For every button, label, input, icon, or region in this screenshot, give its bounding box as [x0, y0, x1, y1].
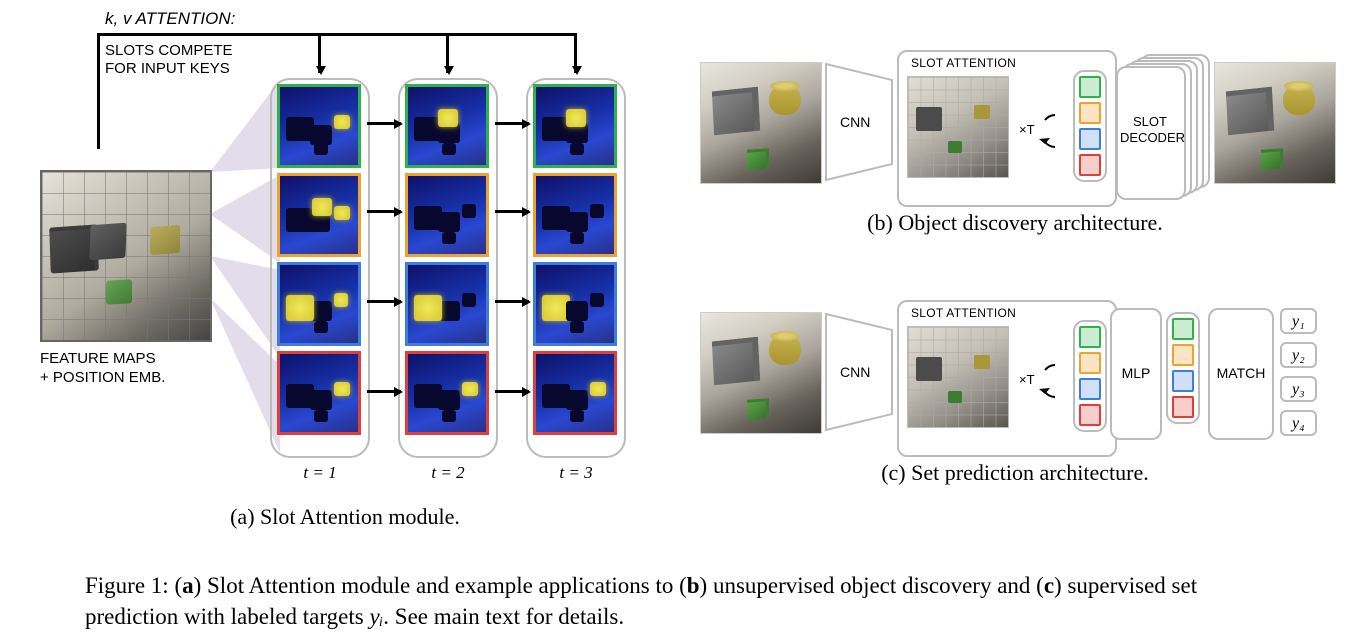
- panel-b-output-image: [1214, 62, 1336, 184]
- cap-b: b: [687, 573, 700, 598]
- panel-b-decoder-label-line1: SLOT: [1133, 114, 1167, 129]
- y4-label: y₄: [1280, 410, 1317, 436]
- panel-b-decoder-label: SLOT DECODER: [1120, 114, 1180, 145]
- slot-t1-green: [277, 84, 361, 168]
- feature-map: [40, 170, 212, 342]
- cap-yi: yᵢ: [369, 604, 383, 629]
- cap-a: a: [182, 573, 194, 598]
- panel-b-cnn-label: CNN: [840, 114, 870, 130]
- y1-label: y₁: [1280, 308, 1317, 334]
- cap-c: c: [1044, 573, 1054, 598]
- cap-prefix: Figure 1: (: [85, 573, 182, 598]
- slot-t2-blue: [405, 262, 489, 346]
- slot-t1-red: [277, 351, 361, 435]
- arrow-row3-b: [495, 300, 529, 303]
- panel-a-caption: (a) Slot Attention module.: [35, 504, 655, 530]
- panel-c-input-image: [700, 312, 822, 434]
- kv-attention-label: k, v ATTENTION:: [105, 10, 235, 27]
- panel-b-caption: (b) Object discovery architecture.: [700, 210, 1330, 236]
- cap-end: . See main text for details.: [383, 604, 624, 629]
- panel-a: k, v ATTENTION: SLOTS COMPETE FOR INPUT …: [35, 10, 705, 540]
- y3-label: y₃: [1280, 376, 1317, 402]
- attn-arrow-down-1: [318, 33, 321, 73]
- attn-left-drop: [97, 33, 100, 149]
- panel-c-caption: (c) Set prediction architecture.: [700, 460, 1330, 486]
- panel-b: CNN SLOT ATTENTION ×T: [700, 40, 1340, 270]
- feature-map-label-line2: + POSITION EMB.: [40, 369, 165, 386]
- panel-b-sa-title: SLOT ATTENTION: [911, 57, 1105, 69]
- slots-compete-label: SLOTS COMPETE FOR INPUT KEYS: [105, 42, 233, 78]
- slot-t3-orange: [533, 173, 617, 257]
- panel-c-match-block: MATCH: [1208, 308, 1274, 440]
- arrow-row4-b: [495, 390, 529, 393]
- panel-c-slot-attention: SLOT ATTENTION ×T: [897, 300, 1117, 457]
- attn-top-bar: [97, 33, 577, 36]
- panel-c-slot-output-2: [1166, 312, 1200, 424]
- t3-label: t = 3: [526, 464, 626, 481]
- arrow-row1-a: [367, 122, 401, 125]
- panel-c-sa-title: SLOT ATTENTION: [911, 307, 1105, 319]
- slot-t2-red: [405, 351, 489, 435]
- slots-compete-line2: FOR INPUT KEYS: [105, 60, 230, 77]
- panel-b-xt-label: ×T: [1019, 122, 1035, 137]
- arrow-row1-b: [495, 122, 529, 125]
- slot-t1-blue: [277, 262, 361, 346]
- slot-column-t2: [398, 78, 498, 458]
- slot-column-t1: [270, 78, 370, 458]
- arrow-row4-a: [367, 390, 401, 393]
- arrow-row2-b: [495, 210, 529, 213]
- panel-c-mlp-block: MLP: [1110, 308, 1162, 440]
- panel-c-xt-label: ×T: [1019, 372, 1035, 387]
- arrow-row2-a: [367, 210, 401, 213]
- panel-c-cnn-label: CNN: [840, 364, 870, 380]
- t1-label: t = 1: [270, 464, 370, 481]
- feature-map-label-line1: FEATURE MAPS: [40, 350, 156, 367]
- feature-map-label: FEATURE MAPS + POSITION EMB.: [40, 350, 165, 388]
- slot-column-t3: [526, 78, 626, 458]
- attn-arrow-down-2: [446, 33, 449, 73]
- attn-arrow-down-3: [574, 33, 577, 73]
- panel-b-input-image: [700, 62, 822, 184]
- arrow-row3-a: [367, 300, 401, 303]
- figure-caption: Figure 1: (a) Slot Attention module and …: [85, 570, 1275, 632]
- panel-b-slot-attention: SLOT ATTENTION ×T: [897, 50, 1117, 207]
- panel-c-mlp-label: MLP: [1122, 366, 1151, 381]
- panel-c: CNN SLOT ATTENTION ×T MLP MATCH: [700, 290, 1340, 540]
- slot-t2-green: [405, 84, 489, 168]
- slot-t2-orange: [405, 173, 489, 257]
- slot-t3-green: [533, 84, 617, 168]
- panel-b-slot-output: [1073, 70, 1107, 182]
- panel-b-decoder-label-line2: DECODER: [1120, 130, 1185, 145]
- slots-compete-line1: SLOTS COMPETE: [105, 42, 233, 59]
- panel-b-slot-decoder: SLOT DECODER: [1116, 54, 1214, 194]
- cap-mid1: ) Slot Attention module and example appl…: [194, 573, 687, 598]
- slot-t1-orange: [277, 173, 361, 257]
- panel-c-slot-output-1: [1073, 320, 1107, 432]
- cap-mid2: ) unsupervised object discovery and (: [700, 573, 1044, 598]
- t2-label: t = 2: [398, 464, 498, 481]
- y2-label: y₂: [1280, 342, 1317, 368]
- slot-t3-red: [533, 351, 617, 435]
- slot-t3-blue: [533, 262, 617, 346]
- panel-c-match-label: MATCH: [1217, 366, 1266, 381]
